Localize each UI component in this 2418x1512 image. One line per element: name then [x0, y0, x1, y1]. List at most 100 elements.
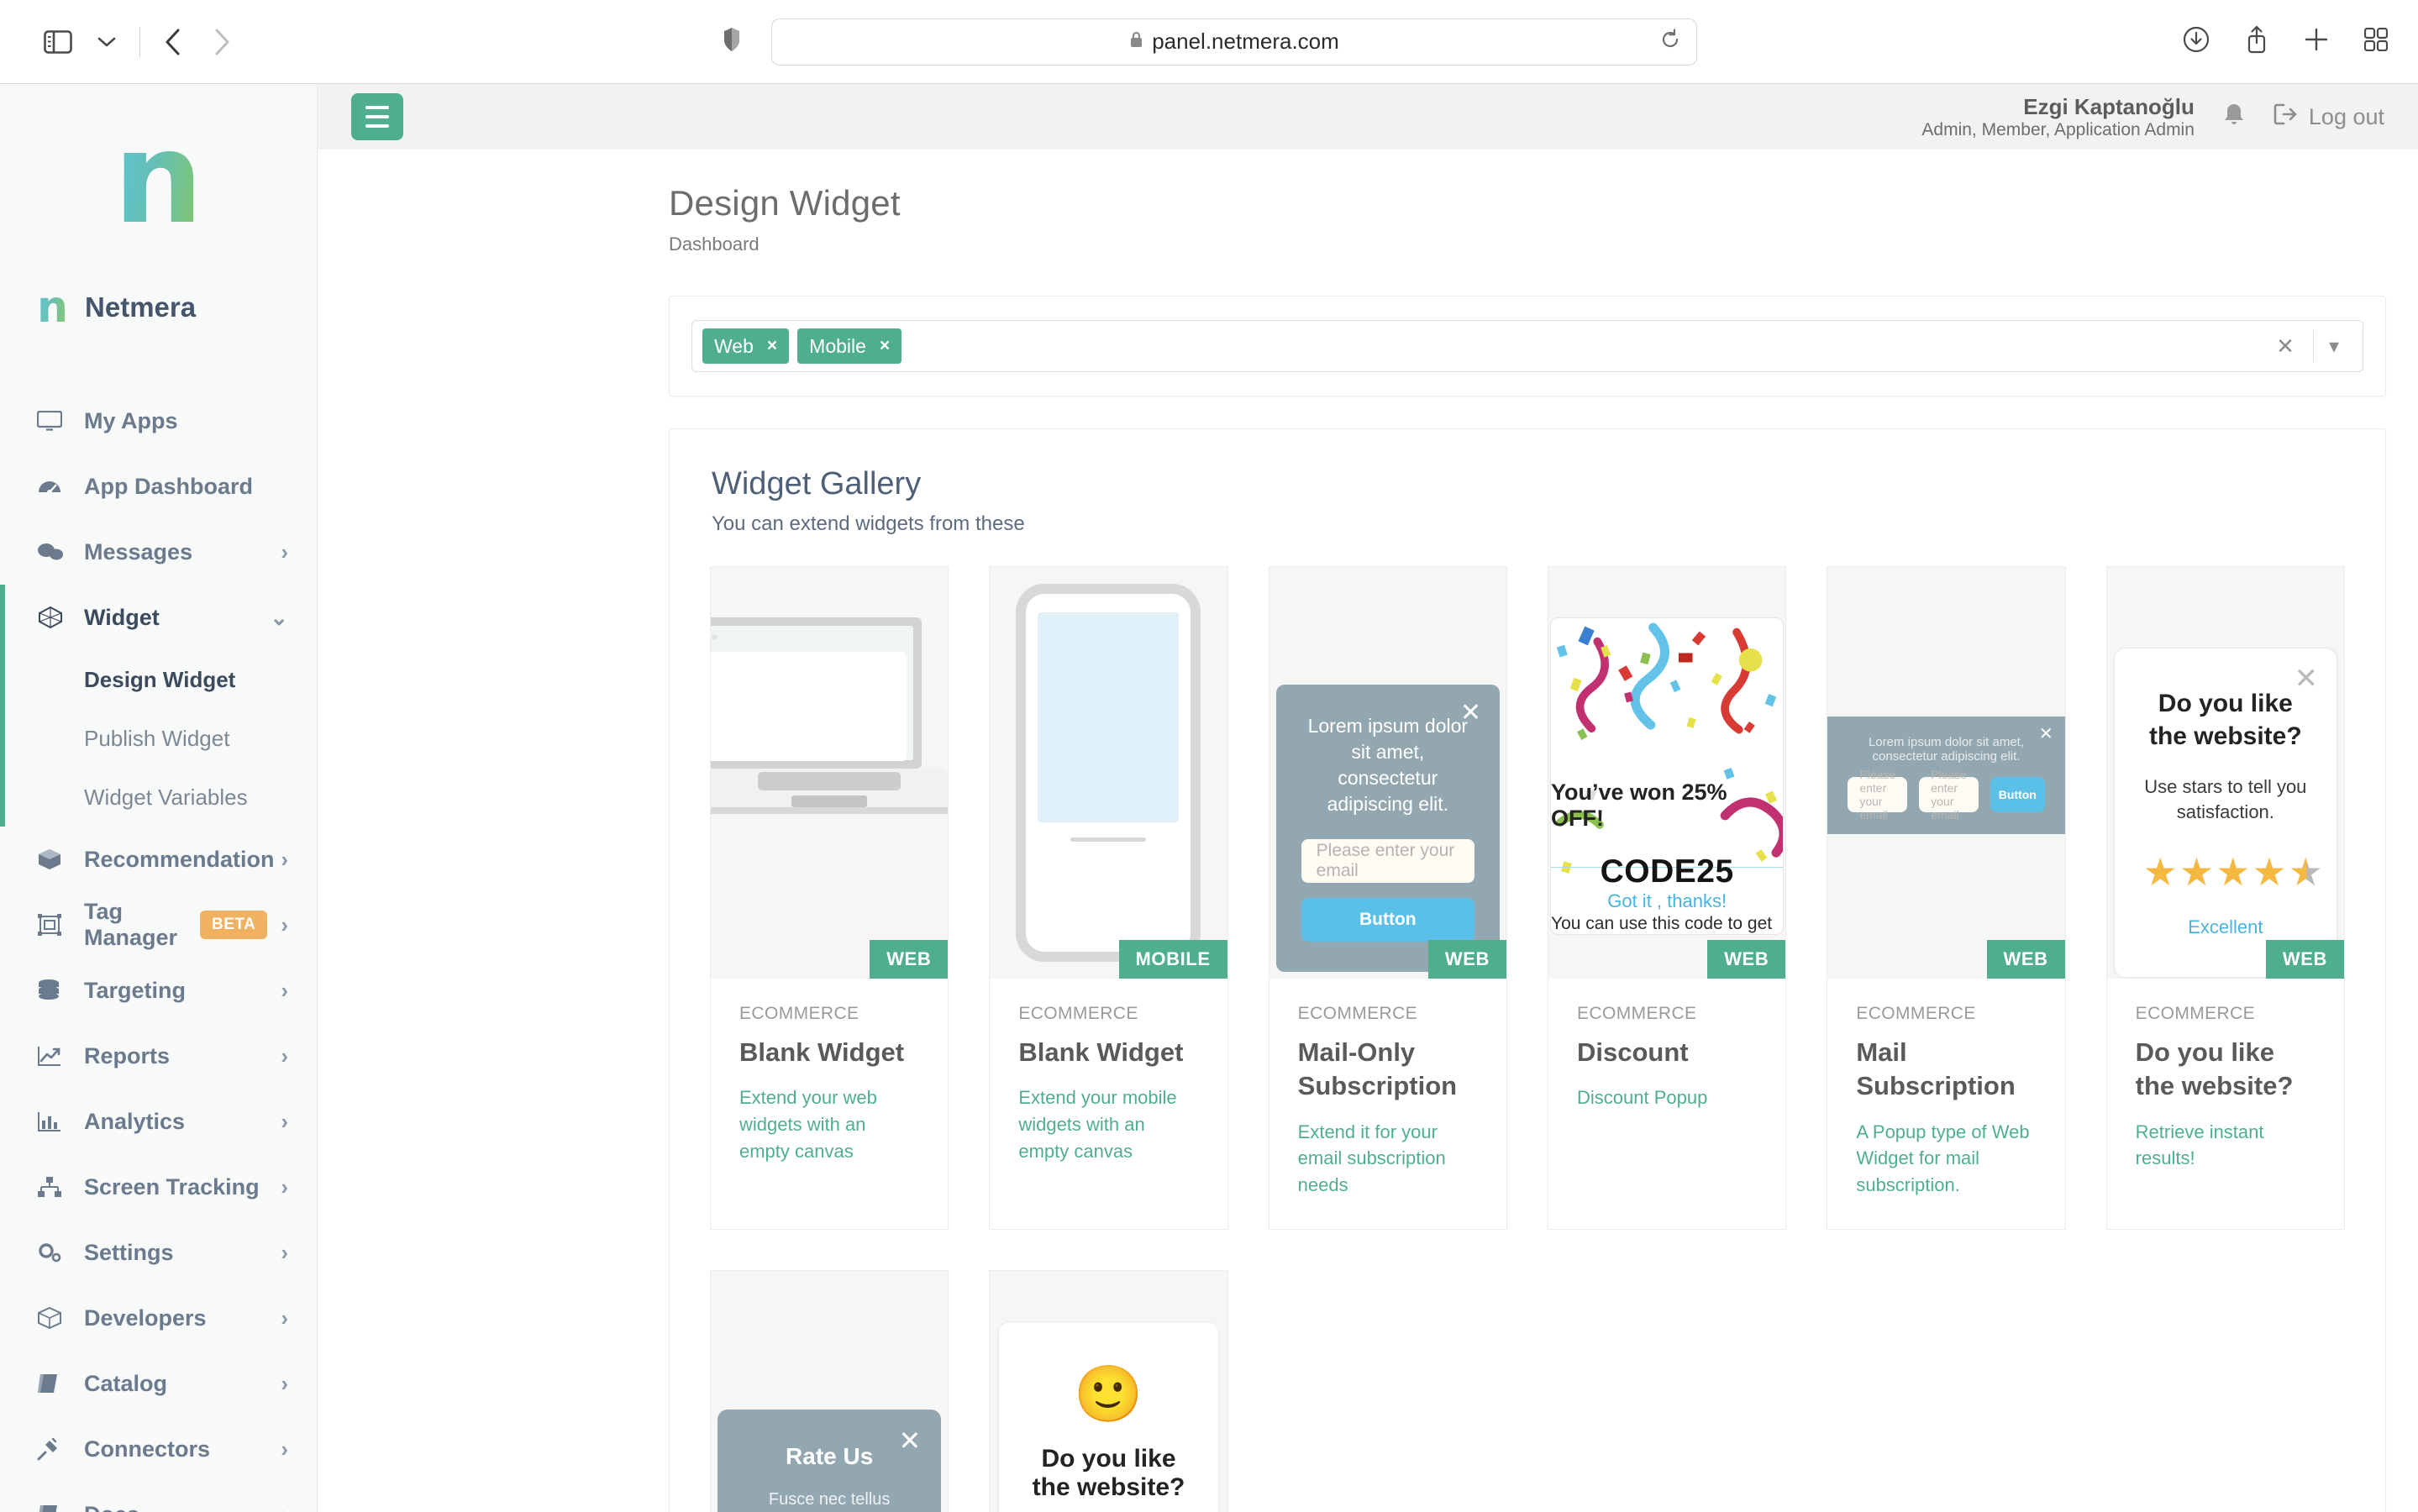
widget-card-blank-mobile[interactable]: MOBILE ECOMMERCE Blank Widget Extend you…: [989, 566, 1228, 1231]
widget-card-mail-subscription[interactable]: ✕ Lorem ipsum dolor sit amet, consectetu…: [1827, 566, 2066, 1231]
sidebar-item-catalog[interactable]: Catalog ›: [0, 1351, 317, 1416]
chevron-down-icon[interactable]: ▾: [2314, 334, 2354, 359]
widget-description: Extend your web widgets with an empty ca…: [739, 1087, 877, 1163]
platform-multiselect[interactable]: Web × Mobile × ✕ ▾: [691, 320, 2363, 372]
plus-icon[interactable]: [2304, 27, 2329, 56]
widget-preview: ✕ Do you like the website? Use stars to …: [2106, 567, 2344, 979]
widget-card-blank-web[interactable]: WEB ECOMMERCE Blank Widget Extend your w…: [710, 566, 949, 1231]
cube-outline-icon: [37, 1306, 69, 1330]
platform-badge: WEB: [1427, 940, 1506, 979]
notification-bell-icon[interactable]: [2223, 102, 2245, 132]
widget-title: Do you like the website?: [2135, 1037, 2294, 1101]
sidebar-item-tag-manager[interactable]: Tag Manager BETA ›: [0, 892, 317, 958]
star-half-icon[interactable]: ★: [2289, 850, 2325, 894]
widget-card-slider-rating[interactable]: 🙂 Do you like the website? Use Slider to…: [989, 1270, 1228, 1512]
widget-card-body: ECOMMERCE Blank Widget Extend your mobil…: [990, 979, 1227, 1195]
sidebar-item-label: Widget: [84, 604, 160, 630]
widget-preview: ✕ Rate Us Fusce nec tellus tempus, fauci…: [711, 1271, 949, 1512]
star-icon[interactable]: ★: [2252, 850, 2288, 894]
widget-card-star-rating[interactable]: ✕ Do you like the website? Use stars to …: [2105, 566, 2345, 1231]
sidebar-item-settings[interactable]: Settings ›: [0, 1220, 317, 1285]
sidebar-item-my-apps[interactable]: My Apps: [0, 388, 317, 454]
tab-overview-icon[interactable]: [2363, 27, 2389, 55]
clear-all-icon[interactable]: ✕: [2258, 333, 2313, 360]
rate-us-body: Fusce nec tellus tempus, faucibus nunc n…: [768, 1490, 891, 1509]
star-rating-control[interactable]: ★★★★★: [2143, 850, 2323, 894]
url-input[interactable]: panel.netmera.com: [771, 18, 1697, 66]
star-icon[interactable]: ★: [2143, 850, 2179, 894]
discount-popup-preview: You’ve won 25% OFF! CODE25 You can use t…: [1550, 617, 1785, 935]
phone-illustration-icon: [1016, 584, 1201, 962]
widget-card-mail-only-subscription[interactable]: ✕ Lorem ipsum dolor sit amet, consectetu…: [1268, 566, 1507, 1231]
star-icon[interactable]: ★: [2179, 850, 2216, 894]
star-icon[interactable]: ★: [2216, 850, 2252, 894]
sidebar-item-recommendation[interactable]: Recommendation ›: [0, 827, 317, 892]
chip-remove-icon[interactable]: ×: [767, 336, 777, 356]
sidebar-item-widget-variables[interactable]: Widget Variables: [0, 768, 317, 827]
widget-card-rate-us[interactable]: ✕ Rate Us Fusce nec tellus tempus, fauci…: [710, 1270, 949, 1512]
widget-card-discount[interactable]: You’ve won 25% OFF! CODE25 You can use t…: [1548, 566, 1787, 1231]
browser-toolbar: panel.netmera.com: [0, 0, 2418, 84]
close-icon: ✕: [1459, 699, 1481, 727]
sidebar-item-reports[interactable]: Reports ›: [0, 1023, 317, 1089]
download-icon[interactable]: [2183, 26, 2210, 57]
share-icon[interactable]: [2245, 25, 2268, 58]
chevron-right-icon: ›: [281, 1436, 288, 1462]
box-icon: [37, 848, 69, 871]
chip-remove-icon[interactable]: ×: [880, 336, 890, 356]
chevron-right-icon: ›: [281, 911, 288, 937]
brand-row[interactable]: n Netmera: [0, 252, 317, 329]
logout-button[interactable]: Log out: [2273, 103, 2384, 131]
app-topbar: Ezgi Kaptanoğlu Admin, Member, Applicati…: [318, 84, 2418, 150]
user-meta: Ezgi Kaptanoğlu Admin, Member, Applicati…: [1921, 93, 2195, 141]
sidebar-item-design-widget[interactable]: Design Widget: [0, 650, 317, 709]
filter-chip-web[interactable]: Web ×: [702, 328, 790, 364]
tag-frame-icon: [37, 913, 69, 937]
address-bar-region: panel.netmera.com: [723, 18, 1697, 66]
breadcrumb: Dashboard: [669, 234, 760, 255]
sidebar-item-connectors[interactable]: Connectors ›: [0, 1416, 317, 1482]
widget-gallery-panel: Widget Gallery You can extend widgets fr…: [669, 428, 2386, 1512]
sidebar-item-publish-widget[interactable]: Publish Widget: [0, 709, 317, 768]
widget-card-body: ECOMMERCE Blank Widget Extend your web w…: [711, 979, 948, 1195]
sidebar-item-analytics[interactable]: Analytics ›: [0, 1089, 317, 1154]
chevron-right-icon: ›: [281, 538, 288, 564]
forward-arrow-icon[interactable]: [197, 18, 246, 66]
sidebar-toggle-icon[interactable]: [34, 18, 82, 66]
plug-icon: [37, 1437, 69, 1461]
sidebar-item-app-dashboard[interactable]: App Dashboard: [0, 454, 317, 519]
popup-text: Lorem ipsum dolor sit amet, consectetur …: [1868, 735, 2025, 764]
mail-subscription-bar-preview: ✕ Lorem ipsum dolor sit amet, consectetu…: [1827, 717, 2065, 834]
back-arrow-icon[interactable]: [149, 18, 197, 66]
widget-title: Blank Widget: [739, 1037, 905, 1067]
book-icon: [37, 1373, 69, 1394]
sidebar-item-messages[interactable]: Messages ›: [0, 519, 317, 585]
hamburger-menu-icon[interactable]: [351, 93, 403, 140]
sidebar-item-label: Recommendation: [84, 846, 275, 872]
sidebar-item-screen-tracking[interactable]: Screen Tracking ›: [0, 1154, 317, 1220]
sidebar-chevron-down-icon[interactable]: [82, 18, 131, 66]
filter-chip-mobile[interactable]: Mobile ×: [797, 328, 902, 364]
privacy-shield-icon[interactable]: [723, 27, 741, 56]
reload-icon[interactable]: [1659, 29, 1681, 55]
chip-label: Mobile: [809, 334, 866, 357]
widget-card-body: ECOMMERCE Discount Discount Popup: [1548, 979, 1785, 1147]
sidebar-item-targeting[interactable]: Targeting ›: [0, 958, 317, 1023]
widget-description: Extend it for your email subscription ne…: [1297, 1121, 1446, 1196]
beta-badge: BETA: [200, 911, 268, 939]
sidebar-item-docs[interactable]: Docs ›: [0, 1482, 317, 1512]
main-content: Ezgi Kaptanoğlu Admin, Member, Applicati…: [318, 84, 2418, 1512]
discount-body: You can use this code to get 25% off!: [1551, 914, 1773, 933]
chevron-right-icon: ›: [281, 846, 288, 872]
discount-content: You’ve won 25% OFF! CODE25 You can use t…: [1551, 618, 1783, 934]
close-icon: ✕: [2038, 725, 2053, 743]
close-icon: ✕: [2294, 663, 2319, 695]
sidebar-item-label: Messages: [84, 538, 193, 564]
monitor-icon: [37, 411, 69, 431]
netmera-logo-large: n: [113, 106, 203, 252]
widget-hex-icon: [37, 606, 69, 629]
chip-label: Web: [714, 334, 754, 357]
sidebar-item-developers[interactable]: Developers ›: [0, 1285, 317, 1351]
sidebar-item-widget[interactable]: Widget ⌄: [0, 585, 317, 650]
book-icon: [37, 1504, 69, 1512]
